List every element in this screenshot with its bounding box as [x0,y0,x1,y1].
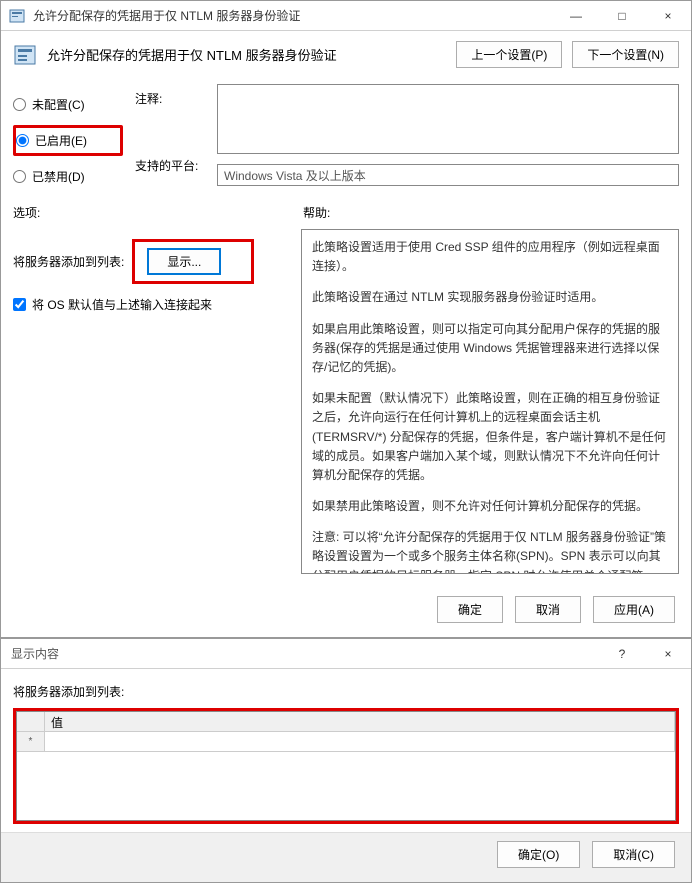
options-label: 选项: [13,204,303,221]
grid-row-marker: * [17,732,45,752]
sub-window-title: 显示内容 [1,645,599,662]
grid-row-new[interactable]: * [17,732,675,752]
config-section: 未配置(C) 已启用(E) 已禁用(D) 注释: 支持的平台: Windows … [1,78,691,198]
grid-highlight: 值 * [13,708,679,824]
close-button[interactable]: × [645,1,691,31]
policy-icon [9,8,25,24]
concat-checkbox-label: 将 OS 默认值与上述输入连接起来 [32,296,212,313]
body-row: 将服务器添加到列表: 显示... 将 OS 默认值与上述输入连接起来 此策略设置… [1,225,691,586]
cancel-button[interactable]: 取消 [515,596,581,623]
server-list-label: 将服务器添加到列表: [13,253,124,270]
help-label: 帮助: [303,204,679,221]
comment-label: 注释: [135,90,205,107]
radio-enabled[interactable]: 已启用(E) [16,132,118,149]
options-panel: 将服务器添加到列表: 显示... 将 OS 默认值与上述输入连接起来 [13,229,293,574]
grid-col-value: 值 [45,712,675,731]
maximize-button[interactable]: □ [599,1,645,31]
show-button[interactable]: 显示... [147,248,221,275]
sub-help-button[interactable]: ? [599,639,645,669]
sub-titlebar: 显示内容 ? × [1,639,691,669]
radio-not-configured-label: 未配置(C) [32,96,85,113]
dialog-buttons: 确定 取消 应用(A) [1,586,691,637]
apply-button[interactable]: 应用(A) [593,596,675,623]
radio-enabled-input[interactable] [16,134,29,147]
sub-server-list-label: 将服务器添加到列表: [13,683,679,700]
next-setting-button[interactable]: 下一个设置(N) [572,41,679,68]
help-p1: 此策略设置适用于使用 Cred SSP 组件的应用程序（例如远程桌面连接）。 [312,238,668,276]
section-labels-row: 选项: 帮助: [1,198,691,225]
policy-editor-window: 允许分配保存的凭据用于仅 NTLM 服务器身份验证 — □ × 允许分配保存的凭… [0,0,692,638]
enabled-highlight: 已启用(E) [13,125,123,156]
help-p4: 如果未配置（默认情况下）此策略设置，则在正确的相互身份验证之后，允许向运行在任何… [312,389,668,485]
radio-enabled-label: 已启用(E) [35,132,87,149]
radio-column: 未配置(C) 已启用(E) 已禁用(D) [13,84,123,186]
window-title: 允许分配保存的凭据用于仅 NTLM 服务器身份验证 [33,7,553,24]
server-list-row: 将服务器添加到列表: 显示... [13,239,293,284]
grid-header: 值 [17,712,675,732]
sub-cancel-button[interactable]: 取消(C) [592,841,675,868]
radio-disabled[interactable]: 已禁用(D) [13,168,123,185]
platform-label: 支持的平台: [135,157,205,174]
show-button-highlight: 显示... [132,239,254,284]
help-panel: 此策略设置适用于使用 Cred SSP 组件的应用程序（例如远程桌面连接）。 此… [301,229,679,574]
concat-checkbox-row[interactable]: 将 OS 默认值与上述输入连接起来 [13,296,293,313]
radio-disabled-input[interactable] [13,170,26,183]
help-p3: 如果启用此策略设置，则可以指定可向其分配用户保存的凭据的服务器(保存的凭据是通过… [312,320,668,378]
previous-setting-button[interactable]: 上一个设置(P) [456,41,562,68]
value-grid[interactable]: 值 * [16,711,676,821]
grid-corner [17,712,45,731]
sub-body: 将服务器添加到列表: 值 * [1,669,691,832]
help-p5: 如果禁用此策略设置，则不允许对任何计算机分配保存的凭据。 [312,497,668,516]
titlebar: 允许分配保存的凭据用于仅 NTLM 服务器身份验证 — □ × [1,1,691,31]
show-content-dialog: 显示内容 ? × 将服务器添加到列表: 值 * 确定(O) 取消(C) [0,638,692,883]
ok-button[interactable]: 确定 [437,596,503,623]
minimize-button[interactable]: — [553,1,599,31]
grid-cell-input[interactable] [45,732,675,752]
labels-column: 注释: 支持的平台: [135,84,205,186]
radio-disabled-label: 已禁用(D) [32,168,85,185]
concat-checkbox[interactable] [13,298,26,311]
help-p6: 注意: 可以将“允许分配保存的凭据用于仅 NTLM 服务器身份验证”策略设置设置… [312,528,668,574]
help-p2: 此策略设置在通过 NTLM 实现服务器身份验证时适用。 [312,288,668,307]
radio-not-configured[interactable]: 未配置(C) [13,96,123,113]
sub-dialog-buttons: 确定(O) 取消(C) [1,832,691,882]
platform-box: Windows Vista 及以上版本 [217,164,679,186]
sub-close-button[interactable]: × [645,639,691,669]
sub-ok-button[interactable]: 确定(O) [497,841,580,868]
header-row: 允许分配保存的凭据用于仅 NTLM 服务器身份验证 上一个设置(P) 下一个设置… [1,31,691,78]
fields-column: Windows Vista 及以上版本 [217,84,679,186]
radio-not-configured-input[interactable] [13,98,26,111]
policy-title: 允许分配保存的凭据用于仅 NTLM 服务器身份验证 [47,45,446,64]
comment-textarea[interactable] [217,84,679,154]
policy-large-icon [13,43,37,67]
